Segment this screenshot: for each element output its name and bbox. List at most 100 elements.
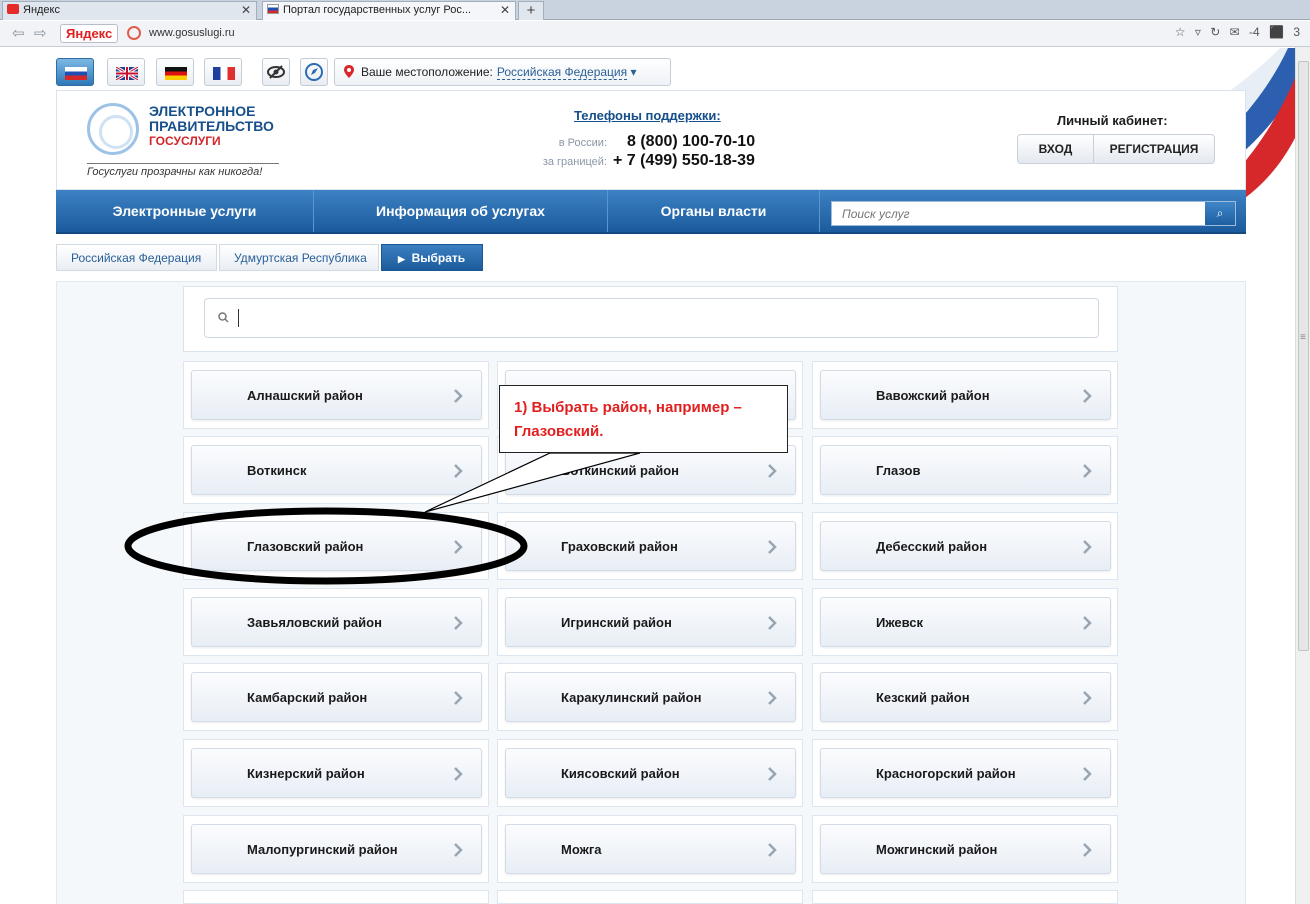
location-dropdown-icon[interactable]: ▾ — [627, 65, 636, 79]
district-button[interactable]: Красногорский район — [820, 748, 1111, 798]
chevron-right-icon — [454, 540, 463, 554]
logo-line-2: ПРАВИТЕЛЬСТВО — [149, 118, 274, 134]
district-filter — [183, 286, 1118, 352]
chevron-right-icon — [768, 540, 777, 554]
phone-russia: 8 (800) 100-70-10 — [627, 133, 756, 150]
district-button[interactable]: Глазов — [820, 445, 1111, 495]
eye-icon — [267, 65, 285, 79]
login-button[interactable]: ВХОД — [1018, 135, 1094, 163]
close-tab-icon[interactable]: ✕ — [241, 2, 251, 19]
counter-badge: 3 — [1293, 25, 1300, 39]
district-cell: Вавожский район — [812, 361, 1118, 429]
annotation-callout: 1) Выбрать район, например – Глазовский. — [499, 385, 788, 453]
district-cell: Кезский район — [812, 663, 1118, 731]
accessibility-button[interactable] — [262, 58, 290, 86]
district-cell: Алнашский район — [183, 361, 489, 429]
mail-count: -4 — [1249, 25, 1260, 39]
new-tab-button[interactable]: + — [518, 1, 544, 20]
district-cell: Глазовский район — [183, 512, 489, 580]
yandex-button[interactable]: Яндекс — [60, 24, 119, 43]
district-label: Глазов — [876, 463, 921, 478]
district-button[interactable]: Ижевск — [820, 597, 1111, 647]
main-navigation: Электронные услуги Информация об услугах… — [56, 190, 1246, 234]
district-button[interactable]: Кезский район — [820, 672, 1111, 722]
star-icon[interactable]: ☆ — [1175, 25, 1186, 39]
search-button[interactable]: ⌕ — [1205, 202, 1235, 225]
uk-flag-icon — [116, 67, 138, 80]
mail-icon[interactable]: ✉ — [1230, 25, 1240, 39]
lang-english-button[interactable] — [107, 58, 145, 86]
district-cell: Красногорский район — [812, 739, 1118, 807]
breadcrumb-item-russia[interactable]: Российская Федерация — [56, 244, 217, 271]
forward-arrow-icon[interactable]: ⇨ — [34, 24, 47, 42]
chevron-right-icon — [454, 767, 463, 781]
lang-french-button[interactable] — [204, 58, 242, 86]
chevron-right-icon — [1083, 389, 1092, 403]
district-button[interactable]: Кизнерский район — [191, 748, 482, 798]
back-arrow-icon[interactable]: ⇦ — [12, 24, 25, 42]
district-cell — [497, 890, 803, 904]
district-button[interactable]: Камбарский район — [191, 672, 482, 722]
location-selector[interactable]: Ваше местоположение: Российская Федерация… — [334, 58, 671, 86]
district-cell: Кизнерский район — [183, 739, 489, 807]
chevron-right-icon — [768, 464, 777, 478]
nav-authorities[interactable]: Органы власти — [608, 190, 820, 232]
nav-electronic-services[interactable]: Электронные услуги — [56, 190, 314, 232]
district-button[interactable]: Каракулинский район — [505, 672, 796, 722]
page-scrollbar[interactable] — [1295, 47, 1310, 904]
support-phones-title[interactable]: Телефоны поддержки: — [574, 108, 721, 123]
district-label: Алнашский район — [247, 388, 363, 403]
district-cell: Малопургинский район — [183, 815, 489, 883]
register-button[interactable]: РЕГИСТРАЦИЯ — [1094, 135, 1214, 163]
district-cell: Камбарский район — [183, 663, 489, 731]
district-button[interactable]: Киясовский район — [505, 748, 796, 798]
district-button[interactable]: Глазовский район — [191, 521, 482, 571]
russian-flag-icon — [65, 67, 87, 80]
browser-tab-gosuslugi[interactable]: Портал государственных услуг Рос... ✕ — [262, 1, 516, 20]
district-button[interactable]: Игринский район — [505, 597, 796, 647]
browser-tab-yandex[interactable]: Яндекс ✕ — [2, 1, 257, 20]
district-filter-input[interactable] — [204, 298, 1099, 338]
district-label: Можгинский район — [876, 842, 998, 857]
lang-russian-button[interactable] — [56, 58, 94, 86]
search-icon: ⌕ — [1216, 206, 1224, 220]
close-tab-icon[interactable]: ✕ — [500, 2, 510, 19]
district-button[interactable]: Можга — [505, 824, 796, 874]
play-arrow-icon: ▶ — [398, 254, 405, 264]
district-button[interactable]: Вавожский район — [820, 370, 1111, 420]
district-label: Вавожский район — [876, 388, 990, 403]
location-value[interactable]: Российская Федерация — [496, 65, 628, 80]
district-button[interactable]: Воткинск — [191, 445, 482, 495]
lang-german-button[interactable] — [156, 58, 194, 86]
compass-button[interactable] — [300, 58, 328, 86]
district-button[interactable]: Граховский район — [505, 521, 796, 571]
chevron-right-icon — [1083, 843, 1092, 857]
browser-navbar: ⇦ ⇨ Яндекс www.gosuslugi.ru ☆ ▿ ↻ ✉ -4 ⬛… — [0, 21, 1310, 47]
service-search-input[interactable] — [832, 202, 1205, 225]
district-button[interactable]: Малопургинский район — [191, 824, 482, 874]
district-button[interactable]: Завьяловский район — [191, 597, 482, 647]
location-label: Ваше местоположение: — [361, 65, 493, 79]
extension-icon[interactable]: ⬛ — [1269, 25, 1284, 39]
breadcrumb-item-select[interactable]: ▶ Выбрать — [381, 244, 483, 271]
text-cursor — [238, 309, 239, 327]
url-field[interactable]: www.gosuslugi.ru — [149, 27, 235, 39]
district-cell: Глазов — [812, 436, 1118, 504]
browser-tabbar: Яндекс ✕ Портал государственных услуг Ро… — [0, 0, 1310, 20]
district-button[interactable]: Алнашский район — [191, 370, 482, 420]
district-label: Ижевск — [876, 615, 924, 630]
site-logo-text[interactable]: ЭЛЕКТРОННОЕ ПРАВИТЕЛЬСТВО ГОСУСЛУГИ — [149, 104, 274, 149]
chevron-right-icon — [1083, 767, 1092, 781]
district-label: Камбарский район — [247, 690, 368, 705]
scrollbar-thumb[interactable] — [1298, 61, 1309, 651]
gosuslugi-logo-icon[interactable] — [87, 103, 139, 155]
district-button[interactable]: Дебесский район — [820, 521, 1111, 571]
district-label: Глазовский район — [247, 539, 364, 554]
dropdown-icon[interactable]: ▿ — [1195, 25, 1201, 39]
breadcrumb-item-udmurtia[interactable]: Удмуртская Республика — [219, 244, 379, 271]
site-header: ЭЛЕКТРОННОЕ ПРАВИТЕЛЬСТВО ГОСУСЛУГИ Госу… — [56, 90, 1246, 190]
nav-service-info[interactable]: Информация об услугах — [314, 190, 608, 232]
district-button[interactable]: Можгинский район — [820, 824, 1111, 874]
reload-icon[interactable]: ↻ — [1210, 25, 1220, 39]
chevron-right-icon — [454, 843, 463, 857]
